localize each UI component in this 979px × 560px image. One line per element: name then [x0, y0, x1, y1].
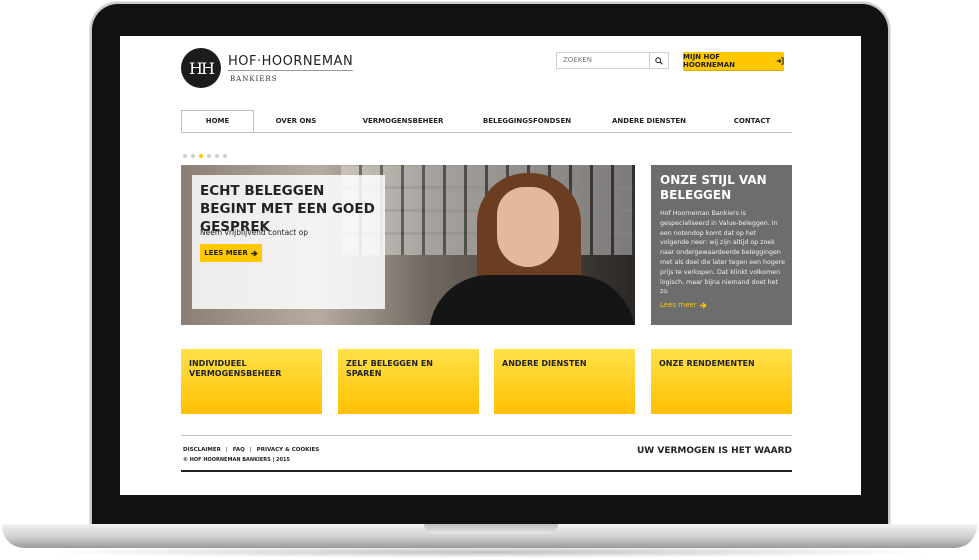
logo-name[interactable]: HOF·HOORNEMAN [228, 54, 354, 71]
account-button[interactable]: MIJN HOF HOORNEMAN [683, 52, 784, 70]
nav-item-home[interactable]: HOME [181, 110, 254, 132]
hero-lees-meer-button[interactable]: LEES MEER [200, 244, 262, 262]
hero-button-label: LEES MEER [204, 249, 248, 257]
tile-label: ZELF BELEGGEN EN SPAREN [346, 359, 433, 378]
tile-onze-rendementen[interactable]: ONZE RENDEMENTEN [651, 349, 792, 414]
nav-item-vermogensbeheer[interactable]: VERMOGENSBEHEER [338, 110, 468, 132]
footer-separator: | [249, 447, 252, 453]
nav-item-beleggingsfondsen[interactable]: BELEGGINGSFONDSEN [468, 110, 586, 132]
tile-label: INDIVIDUEEL VERMOGENSBEHEER [189, 359, 282, 378]
hero-text-box: ECHT BELEGGEN BEGINT MET EEN GOED GESPRE… [192, 175, 385, 309]
tile-zelf-beleggen[interactable]: ZELF BELEGGEN EN SPAREN [338, 349, 479, 414]
tile-andere-diensten[interactable]: ANDERE DIENSTEN [494, 349, 635, 414]
tile-label: ONZE RENDEMENTEN [659, 359, 755, 368]
nav-item-over-ons[interactable]: OVER ONS [254, 110, 338, 132]
slider-dot[interactable] [207, 154, 211, 158]
tile-label: ANDERE DIENSTEN [502, 359, 587, 368]
logo-subtitle: BANKIERS [230, 75, 278, 83]
footer-links: DISCLAIMER | FAQ | PRIVACY & COOKIES [183, 447, 319, 453]
footer-bottom-rule [181, 470, 792, 472]
slider-dot[interactable] [191, 154, 195, 158]
browser-screen: HH HOF·HOORNEMAN BANKIERS ZOEKEN MIJN HO… [120, 36, 861, 495]
hero-photo-face [497, 187, 559, 267]
hero-banner: ECHT BELEGGEN BEGINT MET EEN GOED GESPRE… [181, 165, 635, 325]
footer-link-faq[interactable]: FAQ [233, 447, 245, 453]
login-icon [776, 57, 784, 65]
nav-item-contact[interactable]: CONTACT [712, 110, 792, 132]
hero-photo-body [429, 275, 635, 325]
footer-copyright: © HOF HOORNEMAN BANKIERS | 2015 [183, 457, 290, 463]
footer-separator: | [225, 447, 228, 453]
hero-subtitle: Neem vrijblijvend contact op [200, 228, 308, 237]
main-nav: HOME OVER ONS VERMOGENSBEHEER BELEGGINGS… [181, 110, 792, 133]
arrow-right-icon [699, 302, 707, 308]
style-panel-text: Hof Hoorneman Bankiers is gespecialiseer… [660, 210, 785, 296]
nav-item-andere-diensten[interactable]: ANDERE DIENSTEN [586, 110, 712, 132]
footer-link-disclaimer[interactable]: DISCLAIMER [183, 447, 221, 453]
style-panel-link[interactable]: Lees meer [660, 301, 707, 309]
search-icon [655, 56, 663, 65]
footer-tagline: UW VERMOGEN IS HET WAARD [637, 446, 792, 456]
tile-individueel-vermogensbeheer[interactable]: INDIVIDUEEL VERMOGENSBEHEER [181, 349, 322, 414]
account-button-label: MIJN HOF HOORNEMAN [683, 53, 736, 69]
style-panel: ONZE STIJL VAN BELEGGEN Hof Hoorneman Ba… [651, 165, 792, 325]
slider-dot-active[interactable] [199, 154, 203, 158]
style-panel-title: ONZE STIJL VAN BELEGGEN [660, 173, 767, 202]
footer-link-privacy[interactable]: PRIVACY & COOKIES [257, 447, 320, 453]
slider-dot[interactable] [223, 154, 227, 158]
laptop-notch [424, 524, 558, 534]
search-placeholder: ZOEKEN [563, 56, 592, 64]
style-panel-link-label: Lees meer [660, 301, 697, 309]
slider-dot[interactable] [183, 154, 187, 158]
slider-dots [183, 154, 227, 158]
logo-mark-text: HH [189, 58, 215, 78]
arrow-right-icon [250, 250, 258, 256]
footer-divider [181, 435, 792, 436]
logo-mark[interactable]: HH [181, 48, 221, 88]
search-button[interactable] [649, 52, 669, 69]
slider-dot[interactable] [215, 154, 219, 158]
